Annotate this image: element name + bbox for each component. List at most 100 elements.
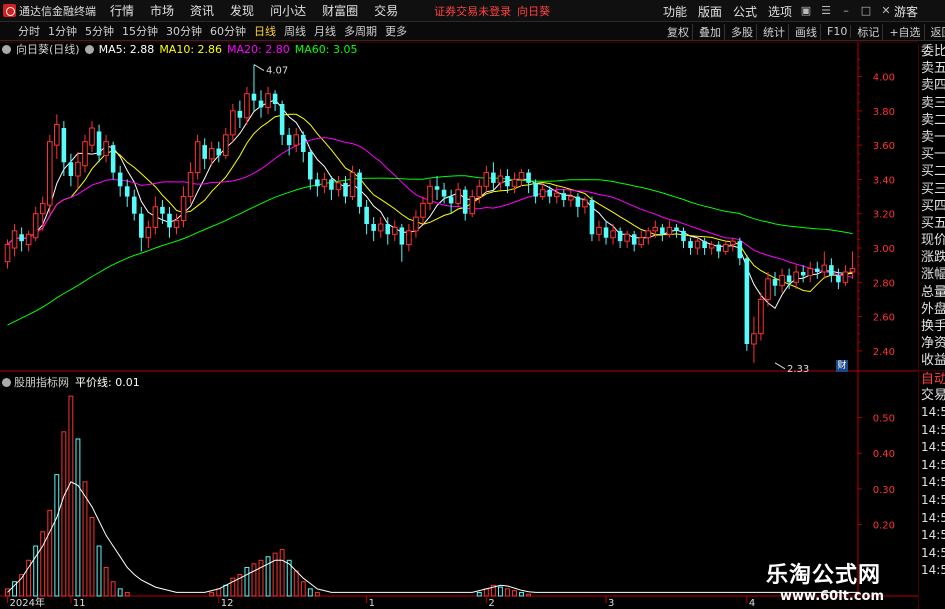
menu-item-1[interactable]: 市场 bbox=[150, 2, 174, 19]
candle-body bbox=[441, 189, 447, 197]
app-title: 通达信金融终端 bbox=[19, 4, 96, 18]
candle bbox=[511, 172, 518, 194]
candle-body bbox=[39, 202, 46, 215]
candle-body bbox=[223, 134, 229, 156]
tool-button-2[interactable]: 多股 bbox=[728, 23, 757, 40]
candle-body bbox=[160, 206, 165, 214]
indicator-toggle-icon[interactable] bbox=[2, 377, 11, 387]
candle bbox=[152, 196, 159, 235]
period-tab-0[interactable]: 分时 bbox=[18, 23, 40, 39]
tool-button-4[interactable]: 画线 bbox=[792, 23, 821, 40]
quote-side-panel: 委比 卖五 卖四 卖三 卖二 卖一 买一 买二 买三 买四 买五 现价 涨跌 涨幅 总量 外盘 换手 净资 收益 自… bbox=[918, 43, 945, 609]
candle-body bbox=[793, 271, 799, 283]
period-tab-3[interactable]: 15分钟 bbox=[122, 23, 158, 39]
right-menu-item-1[interactable]: 版面 bbox=[698, 3, 722, 20]
quote-field-3: 卖三 bbox=[921, 95, 945, 111]
candle-body bbox=[497, 175, 504, 184]
period-tab-9[interactable]: 多周期 bbox=[344, 23, 377, 39]
guest-label[interactable]: 游客 bbox=[894, 3, 918, 20]
period-tab-5[interactable]: 60分钟 bbox=[210, 23, 246, 39]
candle bbox=[624, 230, 630, 248]
financial-report-badge[interactable]: 财 bbox=[836, 360, 848, 372]
candle-body bbox=[737, 241, 743, 259]
tool-button-3[interactable]: 统计 bbox=[760, 23, 789, 40]
candle-body bbox=[539, 189, 546, 198]
indicator-name[interactable]: 股朋指标网 bbox=[14, 374, 69, 390]
minimize-icon[interactable]: – bbox=[838, 4, 854, 18]
period-tab-4[interactable]: 30分钟 bbox=[166, 23, 202, 39]
tool-button-0[interactable]: 复权 bbox=[664, 23, 693, 40]
candle bbox=[4, 239, 11, 269]
candle-body bbox=[335, 182, 342, 191]
candle-body bbox=[758, 298, 764, 335]
candle bbox=[518, 169, 525, 187]
watermark-title: 乐淘公式网 bbox=[766, 563, 882, 588]
candle bbox=[117, 165, 123, 197]
legend-ma5: MA5: 2.88 bbox=[98, 42, 155, 56]
menu-item-5[interactable]: 财富圈 bbox=[322, 2, 358, 19]
candle bbox=[582, 196, 588, 214]
candle-body bbox=[652, 226, 659, 232]
candle-body bbox=[624, 233, 630, 242]
candle-body bbox=[483, 172, 490, 187]
menu-item-3[interactable]: 发现 bbox=[230, 2, 254, 19]
maximize-icon[interactable]: □ bbox=[858, 4, 874, 18]
right-menu-item-2[interactable]: 公式 bbox=[733, 3, 757, 20]
candle bbox=[497, 169, 504, 190]
period-tab-8[interactable]: 月线 bbox=[314, 23, 336, 39]
skin-icon[interactable]: ☰ bbox=[818, 4, 834, 18]
date-label-5: 3 bbox=[608, 598, 614, 609]
auto-button[interactable]: 自动 bbox=[919, 369, 945, 387]
legend-toggle-icon[interactable] bbox=[2, 44, 11, 54]
candle-body bbox=[371, 224, 376, 231]
candle-body bbox=[814, 268, 820, 272]
menu-item-0[interactable]: 行情 bbox=[110, 2, 134, 19]
ma-toggle-icon[interactable] bbox=[84, 44, 94, 54]
trade-login-notice[interactable]: 证券交易未登录 bbox=[434, 3, 511, 19]
indicator-bar bbox=[272, 552, 278, 597]
right-menu-item-3[interactable]: 选项 bbox=[768, 3, 792, 20]
indicator-bar bbox=[54, 474, 60, 597]
tool-button-8[interactable]: 返回 bbox=[928, 24, 945, 40]
candle-body bbox=[11, 230, 18, 249]
right-menu-item-0[interactable]: 功能 bbox=[663, 3, 687, 20]
period-tab-10[interactable]: 更多 bbox=[385, 23, 407, 39]
close-icon[interactable]: ✕ bbox=[878, 4, 894, 18]
candle bbox=[230, 104, 236, 142]
tool-button-1[interactable]: 叠加 bbox=[696, 23, 725, 40]
candle bbox=[645, 227, 652, 245]
candle bbox=[751, 316, 757, 363]
candle bbox=[533, 179, 538, 204]
menu-item-6[interactable]: 交易 bbox=[374, 2, 398, 19]
indicator-bar bbox=[19, 574, 25, 597]
quote-field-15: 外盘 bbox=[921, 301, 945, 317]
candle bbox=[19, 227, 24, 252]
candle bbox=[131, 189, 137, 221]
menu-item-4[interactable]: 问小达 bbox=[270, 2, 306, 19]
period-tab-2[interactable]: 5分钟 bbox=[85, 23, 114, 39]
kline-chart[interactable]: 2.40 2.60 2.80 3.00 3.20 3.40 3.60 3.80 4.00 0.20… bbox=[0, 0, 945, 609]
candle-body bbox=[779, 274, 785, 287]
tool-button-5[interactable]: F10 bbox=[824, 25, 852, 38]
candle-body bbox=[448, 196, 454, 204]
indicator-flat-line: 平价线: 0.01 bbox=[75, 376, 140, 389]
candle bbox=[223, 128, 229, 159]
candle-body bbox=[568, 196, 574, 201]
candlesticks bbox=[4, 64, 856, 363]
candle-body bbox=[716, 244, 721, 252]
candle bbox=[821, 251, 828, 279]
trade-time-7: 14:56 bbox=[921, 528, 945, 543]
candle-body bbox=[708, 244, 715, 249]
tool-button-7[interactable]: +自选 bbox=[886, 23, 925, 40]
candle-body bbox=[631, 234, 637, 245]
trade-time-4: 14:56 bbox=[921, 475, 945, 490]
period-tab-1[interactable]: 1分钟 bbox=[48, 23, 77, 39]
tool-button-6[interactable]: 标记 bbox=[854, 23, 884, 40]
menu-item-2[interactable]: 资讯 bbox=[190, 2, 214, 19]
restore-icon[interactable]: ▣ bbox=[798, 4, 814, 18]
ind-tick-label-1: 0.30 bbox=[873, 485, 895, 496]
period-tab-7[interactable]: 周线 bbox=[284, 23, 306, 39]
annotation-label-0: 4.07 bbox=[266, 66, 288, 77]
candle-body bbox=[575, 196, 581, 207]
period-tab-6[interactable]: 日线 bbox=[254, 23, 276, 39]
